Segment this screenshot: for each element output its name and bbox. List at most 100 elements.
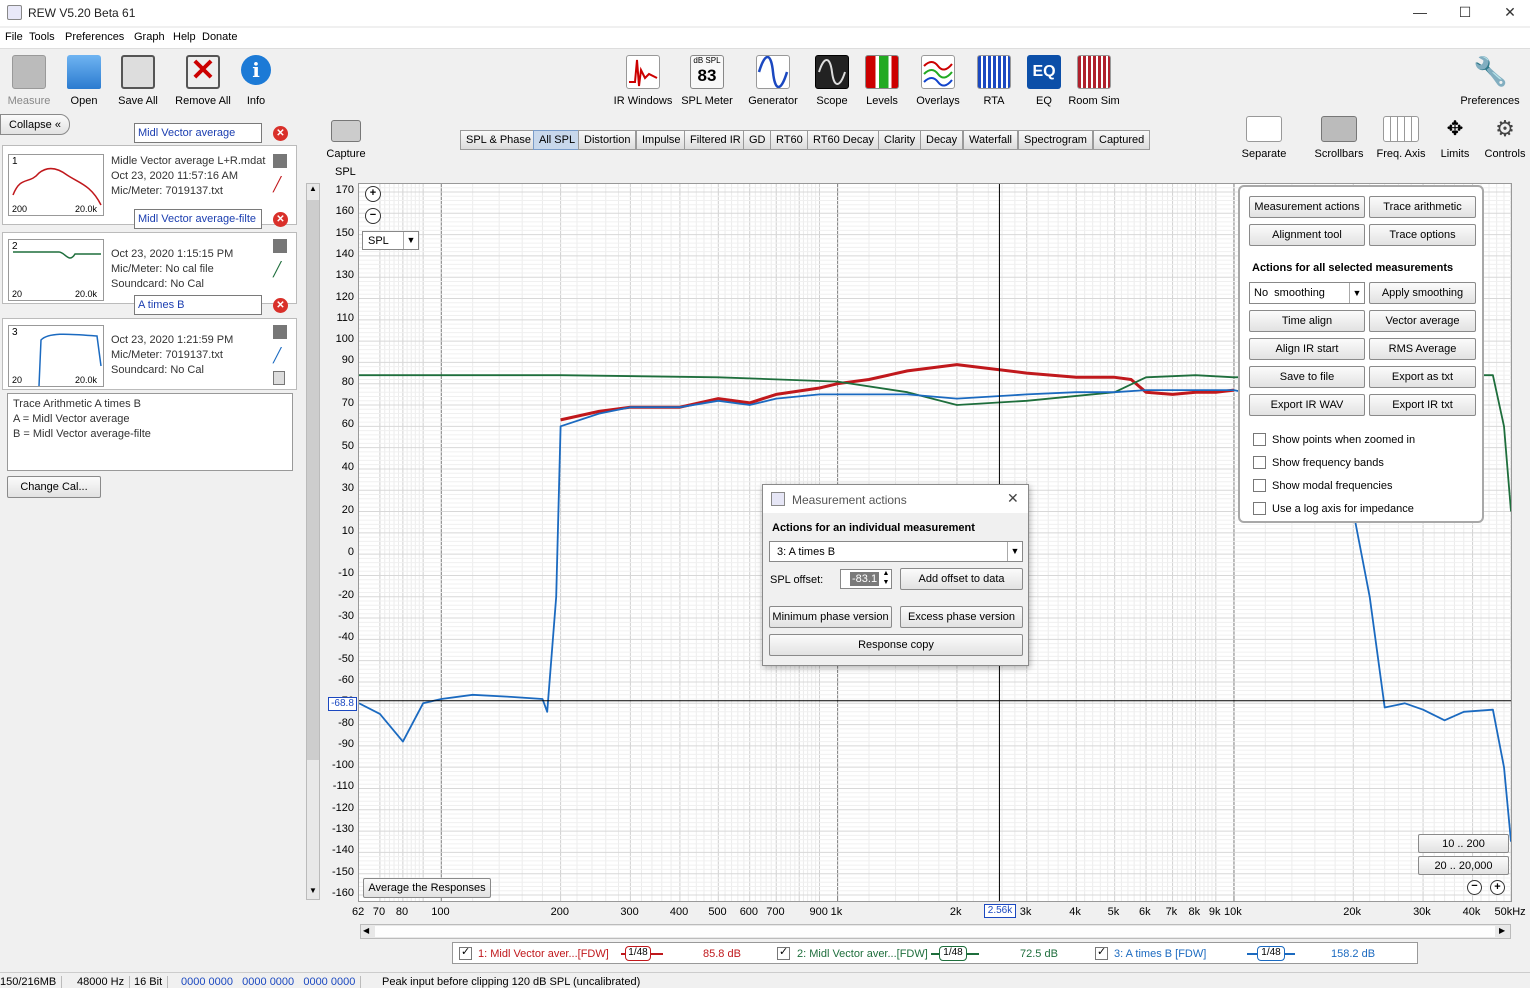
apply-smoothing-button[interactable]: Apply smoothing — [1369, 282, 1476, 304]
legend-3-smoothing[interactable]: 1/48 — [1257, 946, 1285, 961]
menu-file[interactable]: File — [5, 31, 23, 43]
trace-color-icon[interactable]: ╱ — [273, 347, 281, 364]
overlays-button[interactable]: Overlays — [912, 55, 964, 107]
tab-filtered-ir[interactable]: Filtered IR — [684, 130, 747, 150]
range-10-200-button[interactable]: 10 .. 200 — [1418, 834, 1509, 853]
legend-3-checkbox[interactable]: ✓ — [1095, 946, 1108, 960]
scope-button[interactable]: Scope — [808, 55, 856, 107]
tab-spl-phase[interactable]: SPL & Phase — [460, 130, 538, 150]
scroll-right-icon[interactable]: ▶ — [1499, 926, 1505, 935]
remove-measurement-3-icon[interactable]: ✕ — [273, 298, 288, 313]
save-measurement-icon[interactable] — [273, 325, 287, 339]
range-20-20000-button[interactable]: 20 .. 20,000 — [1418, 856, 1509, 875]
menu-preferences[interactable]: Preferences — [65, 31, 124, 43]
change-cal-button[interactable]: Change Cal... — [7, 476, 101, 498]
excess-phase-button[interactable]: Excess phase version — [900, 606, 1023, 628]
tab-impulse[interactable]: Impulse — [636, 130, 687, 150]
capture-button[interactable]: Capture — [322, 120, 370, 160]
export-as-txt-button[interactable]: Export as txt — [1369, 366, 1476, 388]
rta-button[interactable]: RTA — [972, 55, 1016, 107]
menu-graph[interactable]: Graph — [134, 31, 165, 43]
preferences-button[interactable]: 🔧 Preferences — [1456, 55, 1524, 107]
trace-arithmetic-button[interactable]: Trace arithmetic — [1369, 196, 1476, 218]
vector-average-button[interactable]: Vector average — [1369, 310, 1476, 332]
export-ir-txt-button[interactable]: Export IR txt — [1369, 394, 1476, 416]
separate-button[interactable]: Separate — [1238, 116, 1290, 160]
tab-rt60-decay[interactable]: RT60 Decay — [807, 130, 880, 150]
zoom-out-icon[interactable]: − — [365, 208, 381, 224]
eq-button[interactable]: EQ EQ — [1022, 55, 1066, 107]
smoothing-select[interactable]: No smoothing ▼ — [1249, 282, 1365, 304]
menu-tools[interactable]: Tools — [29, 31, 55, 43]
save-measurement-icon[interactable] — [273, 239, 287, 253]
trace-options-button[interactable]: Trace options — [1369, 224, 1476, 246]
maximize-button[interactable]: ☐ — [1450, 3, 1480, 23]
zoom-out-x-icon[interactable]: − — [1467, 880, 1482, 895]
add-offset-button[interactable]: Add offset to data — [900, 568, 1023, 590]
legend-1-smoothing[interactable]: 1/48 — [625, 946, 651, 961]
show-modal-frequencies-checkbox[interactable] — [1253, 479, 1266, 492]
measurement-card-2[interactable]: 2 20 20.0k Oct 23, 2020 1:15:15 PM Mic/M… — [2, 232, 297, 304]
spinner-down-icon[interactable]: ▼ — [881, 579, 891, 588]
response-copy-button[interactable]: Response copy — [769, 634, 1023, 656]
remove-all-button[interactable]: ✕ Remove All — [172, 55, 234, 107]
freq-axis-button[interactable]: Freq. Axis — [1374, 116, 1428, 160]
legend-1-checkbox[interactable]: ✓ — [459, 946, 472, 960]
align-ir-start-button[interactable]: Align IR start — [1249, 338, 1365, 360]
save-to-file-button[interactable]: Save to file — [1249, 366, 1365, 388]
ir-windows-button[interactable]: IR Windows — [612, 55, 674, 107]
zoom-in-icon[interactable]: + — [365, 186, 381, 202]
trace-color-icon[interactable]: ╱ — [273, 261, 281, 278]
log-axis-impedance-checkbox[interactable] — [1253, 502, 1266, 515]
alignment-tool-button[interactable]: Alignment tool — [1249, 224, 1365, 246]
scroll-left-icon[interactable]: ◀ — [363, 926, 369, 935]
notes-icon[interactable] — [273, 371, 285, 385]
measurement-name-input-2[interactable]: Midl Vector average-filte — [134, 209, 262, 229]
measurement-name-input-3[interactable]: A times B — [134, 295, 262, 315]
export-ir-wav-button[interactable]: Export IR WAV — [1249, 394, 1365, 416]
tab-gd[interactable]: GD — [743, 130, 772, 150]
remove-measurement-2-icon[interactable]: ✕ — [273, 212, 288, 227]
legend-2-checkbox[interactable]: ✓ — [777, 946, 790, 960]
minimize-button[interactable]: — — [1405, 3, 1435, 23]
measurement-card-3[interactable]: 3 20 20.0k Oct 23, 2020 1:21:59 PM Mic/M… — [2, 318, 297, 390]
show-frequency-bands-checkbox[interactable] — [1253, 456, 1266, 469]
vertical-scrollbar[interactable]: ▲ ▼ — [306, 183, 320, 900]
limits-button[interactable]: ✥ Limits — [1434, 116, 1476, 160]
spinner-up-icon[interactable]: ▲ — [881, 570, 891, 579]
save-measurement-icon[interactable] — [273, 154, 287, 168]
measurement-notes[interactable]: Trace Arithmetic A times B A = Midl Vect… — [7, 393, 293, 471]
measurement-actions-button[interactable]: Measurement actions — [1249, 196, 1365, 218]
trace-color-icon[interactable]: ╱ — [273, 176, 281, 193]
measure-button[interactable]: Measure — [6, 55, 52, 107]
legend-2-smoothing[interactable]: 1/48 — [939, 946, 967, 961]
average-responses-button[interactable]: Average the Responses — [363, 878, 491, 898]
minimum-phase-button[interactable]: Minimum phase version — [769, 606, 892, 628]
generator-button[interactable]: Generator — [746, 55, 800, 107]
time-align-button[interactable]: Time align — [1249, 310, 1365, 332]
spl-offset-spinner[interactable]: -83.1 ▲ ▼ — [840, 569, 892, 589]
measurement-name-input-1[interactable]: Midl Vector average — [134, 123, 262, 143]
horizontal-scrollbar[interactable]: ◀ ▶ — [360, 924, 1511, 939]
tab-captured[interactable]: Captured — [1093, 130, 1151, 150]
remove-measurement-1-icon[interactable]: ✕ — [273, 126, 288, 141]
save-all-button[interactable]: Save All — [114, 55, 162, 107]
room-sim-button[interactable]: Room Sim — [1066, 55, 1122, 107]
tab-clarity[interactable]: Clarity — [878, 130, 922, 150]
controls-button[interactable]: ⚙ Controls — [1482, 116, 1528, 160]
tab-spectrogram[interactable]: Spectrogram — [1018, 130, 1093, 150]
scroll-down-icon[interactable]: ▼ — [307, 886, 319, 900]
tab-all-spl[interactable]: All SPL — [533, 130, 582, 150]
show-points-checkbox[interactable] — [1253, 433, 1266, 446]
open-button[interactable]: Open — [62, 55, 106, 107]
rms-average-button[interactable]: RMS Average — [1369, 338, 1476, 360]
zoom-in-x-icon[interactable]: + — [1490, 880, 1505, 895]
scrollbar-thumb[interactable] — [307, 200, 319, 760]
tab-rt60[interactable]: RT60 — [770, 130, 809, 150]
tab-decay[interactable]: Decay — [920, 130, 964, 150]
measurement-select[interactable]: 3: A times B ▼ — [769, 541, 1023, 562]
scrollbars-button[interactable]: Scrollbars — [1310, 116, 1368, 160]
menu-donate[interactable]: Donate — [202, 31, 237, 43]
close-window-button[interactable]: ✕ — [1495, 3, 1525, 23]
collapse-button[interactable]: Collapse « — [0, 114, 70, 135]
